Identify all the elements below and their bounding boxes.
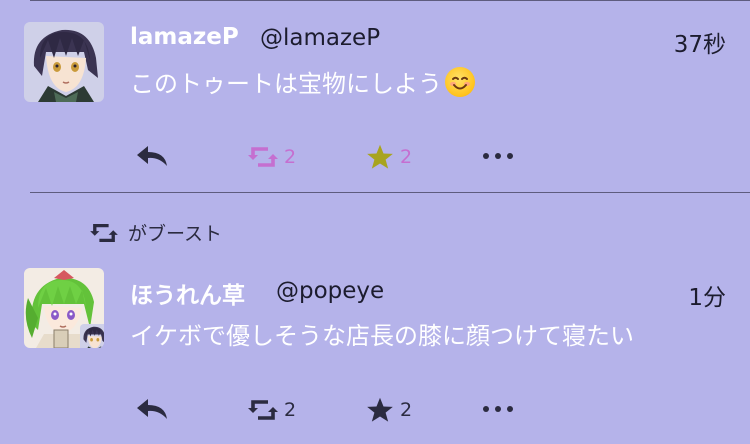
smiling-face-emoji [445,67,475,97]
favourite-button[interactable]: 2 [366,143,412,171]
favourite-button[interactable]: 2 [366,396,412,424]
favourite-count: 2 [400,146,413,168]
status-text: このトゥートは宝物にしよう [130,70,442,98]
timestamp[interactable]: 1分 [688,278,726,312]
more-button[interactable] [482,403,514,415]
boost-button[interactable]: 2 [248,397,296,423]
reply-icon [137,399,167,419]
avatar[interactable] [24,22,104,102]
display-name[interactable]: lamazeP [130,24,239,50]
reply-icon [137,146,167,166]
more-button[interactable] [482,150,514,162]
status-text: イケボで優しそうな店長の膝に顔つけて寝たい [130,322,634,350]
booster-avatar[interactable] [80,324,104,348]
avatar[interactable] [24,268,104,348]
boost-icon [248,147,278,167]
boosted-by-label: がブースト [128,223,223,245]
top-divider [30,0,750,1]
reply-button[interactable] [135,144,169,168]
boosted-by-row: がブースト [90,219,222,246]
boost-count: 2 [284,399,297,421]
star-icon [367,144,393,169]
boost-count: 2 [284,146,297,168]
favourite-count: 2 [400,399,413,421]
more-icon [483,153,513,159]
more-icon [483,406,513,412]
timestamp[interactable]: 37秒 [674,25,726,59]
boost-icon [248,400,278,420]
display-name[interactable]: ほうれん草 [130,276,245,310]
reply-button[interactable] [135,397,169,421]
status-divider [30,192,750,193]
star-icon [367,397,393,422]
handle[interactable]: @lamazeP [260,25,380,51]
handle[interactable]: @popeye [276,278,384,304]
status-content: このトゥートは宝物にしよう [130,64,475,99]
boost-button[interactable]: 2 [248,144,296,170]
boost-icon [90,223,118,242]
